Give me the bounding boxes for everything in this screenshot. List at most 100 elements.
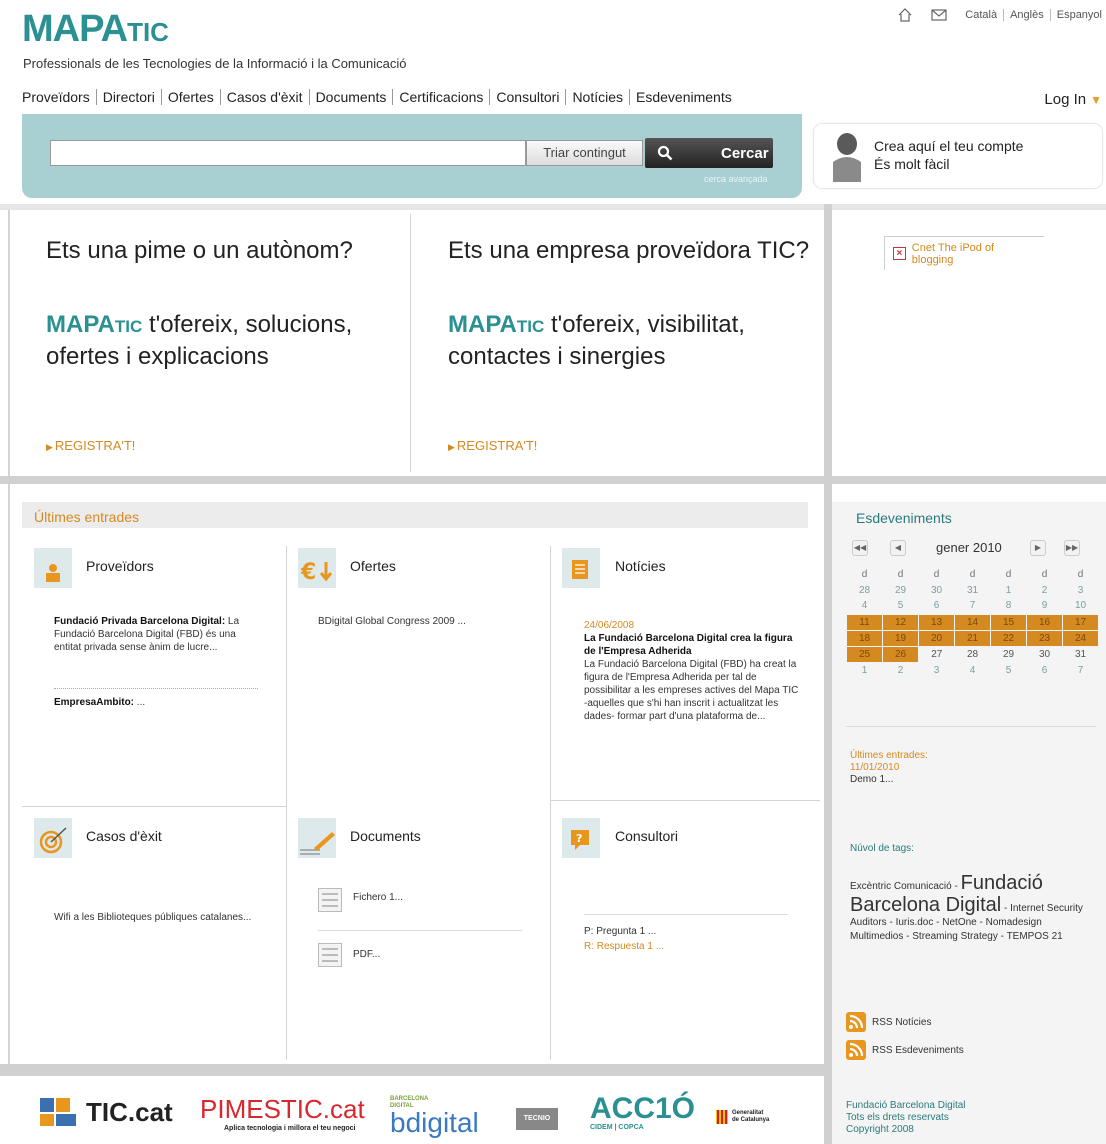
nav-documents[interactable]: Documents (310, 89, 394, 105)
calendar-day-highlighted[interactable]: 23 (1026, 629, 1063, 647)
calendar-day[interactable]: 3 (1063, 582, 1099, 598)
calendar-day[interactable]: 31 (955, 582, 991, 598)
pimestic-logo[interactable]: PIMESTIC.cat Aplica tecnologia i millora… (200, 1094, 365, 1132)
calendar-day[interactable]: 3 (919, 662, 955, 678)
consultori-answer[interactable]: R: Respuesta 1 ... (584, 940, 664, 953)
casos-exit-title[interactable]: Casos d'èxit (86, 828, 162, 844)
calendar-day[interactable]: 9 (1027, 598, 1063, 614)
provider-entry[interactable]: Fundació Privada Barcelona Digital: La F… (54, 615, 254, 654)
calendar-day[interactable]: 2 (1027, 582, 1063, 598)
home-icon[interactable] (897, 8, 913, 22)
calendar-day[interactable]: 5 (883, 598, 919, 614)
proveidors-title[interactable]: Proveïdors (86, 558, 154, 574)
calendar-day[interactable]: 7 (955, 598, 991, 614)
calendar-day-highlighted[interactable]: 16 (1026, 613, 1063, 631)
nav-ofertes[interactable]: Ofertes (162, 89, 221, 105)
tecnio-logo[interactable]: TECNIO (516, 1108, 558, 1130)
accio-logo[interactable]: ACC1Ó CIDEM | COPCA (590, 1094, 695, 1132)
nav-noticies[interactable]: Notícies (566, 89, 631, 105)
nav-casos-exit[interactable]: Casos d'èxit (221, 89, 310, 105)
next-year-button[interactable]: ▶▶ (1064, 540, 1080, 556)
documents-title[interactable]: Documents (350, 828, 421, 844)
calendar-day[interactable]: 30 (919, 582, 955, 598)
nav-certificacions[interactable]: Certificacions (393, 89, 491, 105)
search-button[interactable]: Cercar (645, 138, 773, 168)
generalitat-logo[interactable]: Generalitat de Catalunya (716, 1110, 770, 1124)
nav-proveidors[interactable]: Proveïdors (22, 89, 97, 105)
calendar-day[interactable]: 27 (919, 646, 955, 662)
lang-catala[interactable]: Català (965, 9, 997, 21)
ad-banner[interactable]: × Cnet The iPod of blogging (884, 236, 1044, 270)
calendar-day-highlighted[interactable]: 14 (954, 613, 991, 631)
calendar-day[interactable]: 28 (847, 582, 883, 598)
nav-consultori[interactable]: Consultori (490, 89, 567, 105)
tag-link[interactable]: Iuris.doc (896, 917, 934, 928)
calendar-day-highlighted[interactable]: 12 (882, 613, 919, 631)
calendar-day-highlighted[interactable]: 19 (882, 629, 919, 647)
calendar-day[interactable]: 4 (847, 598, 883, 614)
calendar-day[interactable]: 1 (991, 582, 1027, 598)
calendar-day-highlighted[interactable]: 25 (846, 645, 883, 663)
document-entry[interactable]: Fichero 1... (353, 891, 403, 904)
calendar-day-highlighted[interactable]: 18 (846, 629, 883, 647)
success-case-entry[interactable]: Wifi a les Biblioteques públiques catala… (54, 911, 254, 924)
events-title[interactable]: Esdeveniments (856, 510, 952, 526)
calendar-day[interactable]: 6 (919, 598, 955, 614)
consultori-title[interactable]: Consultori (615, 828, 678, 844)
calendar-day[interactable]: 6 (1027, 662, 1063, 678)
create-account-box[interactable]: Crea aquí el teu compte És molt fàcil (814, 124, 1102, 188)
nav-directori[interactable]: Directori (97, 89, 162, 105)
document-entry[interactable]: PDF... (353, 948, 380, 961)
calendar-day[interactable]: 2 (883, 662, 919, 678)
create-account-link[interactable]: Crea aquí el teu compte (874, 138, 1023, 154)
noticies-title[interactable]: Notícies (615, 558, 666, 574)
footer-org[interactable]: Fundació Barcelona Digital (846, 1100, 966, 1111)
bdigital-logo[interactable]: BARCELONA DIGITAL bdigital (390, 1096, 479, 1137)
calendar-day[interactable]: 28 (955, 646, 991, 662)
tag-link[interactable]: Streaming Strategy (912, 931, 998, 942)
tag-link[interactable]: TEMPOS 21 (1007, 931, 1063, 942)
news-entry[interactable]: 24/06/2008 La Fundació Barcelona Digital… (584, 619, 800, 723)
advanced-search-link[interactable]: cerca avançada (704, 174, 768, 184)
calendar-day[interactable]: 31 (1063, 646, 1099, 662)
tic-cat-logo[interactable]: TIC.cat (40, 1096, 173, 1128)
lang-espanyol[interactable]: Espanyol (1057, 9, 1102, 21)
ofertes-title[interactable]: Ofertes (350, 558, 396, 574)
calendar-day-highlighted[interactable]: 21 (954, 629, 991, 647)
calendar-day[interactable]: 10 (1063, 598, 1099, 614)
calendar-day-highlighted[interactable]: 20 (918, 629, 955, 647)
calendar-day-highlighted[interactable]: 13 (918, 613, 955, 631)
tag-link[interactable]: Excèntric Comunicació (850, 881, 952, 892)
rss-events-link[interactable]: RSS Esdeveniments (846, 1040, 964, 1060)
lang-angles[interactable]: Anglès (1010, 9, 1044, 21)
login-link[interactable]: Log In ▼ (1044, 91, 1102, 108)
offer-entry[interactable]: BDigital Global Congress 2009 ... (318, 615, 538, 628)
rss-news-link[interactable]: RSS Notícies (846, 1012, 931, 1032)
consultori-question[interactable]: P: Pregunta 1 ... (584, 925, 656, 938)
calendar-day[interactable]: 4 (955, 662, 991, 678)
register-pime-link[interactable]: ▶ REGISTRA'T! (46, 438, 135, 453)
calendar-day[interactable]: 30 (1027, 646, 1063, 662)
calendar-day-highlighted[interactable]: 22 (990, 629, 1027, 647)
prev-year-button[interactable]: ◀◀ (852, 540, 868, 556)
tag-link[interactable]: NetOne (942, 917, 976, 928)
calendar-day-highlighted[interactable]: 11 (846, 613, 883, 631)
calendar-day[interactable]: 8 (991, 598, 1027, 614)
calendar-day-highlighted[interactable]: 15 (990, 613, 1027, 631)
calendar-day-highlighted[interactable]: 17 (1062, 613, 1099, 631)
calendar-day[interactable]: 5 (991, 662, 1027, 678)
calendar-day[interactable]: 7 (1063, 662, 1099, 678)
provider-entry[interactable]: EmpresaAmbito: ... (54, 696, 254, 709)
calendar-day[interactable]: 29 (883, 582, 919, 598)
next-month-button[interactable]: ▶ (1030, 540, 1046, 556)
prev-month-button[interactable]: ◀ (890, 540, 906, 556)
calendar-day[interactable]: 29 (991, 646, 1027, 662)
latest-events[interactable]: Últimes entrades: 11/01/2010 Demo 1... (850, 750, 1070, 786)
calendar-day[interactable]: 1 (847, 662, 883, 678)
calendar-day-highlighted[interactable]: 26 (882, 645, 919, 663)
content-type-select[interactable]: Triar contingut (526, 140, 643, 166)
register-provider-link[interactable]: ▶ REGISTRA'T! (448, 438, 537, 453)
nav-esdeveniments[interactable]: Esdeveniments (630, 89, 738, 105)
mail-icon[interactable] (931, 8, 947, 22)
search-input[interactable] (50, 140, 526, 166)
